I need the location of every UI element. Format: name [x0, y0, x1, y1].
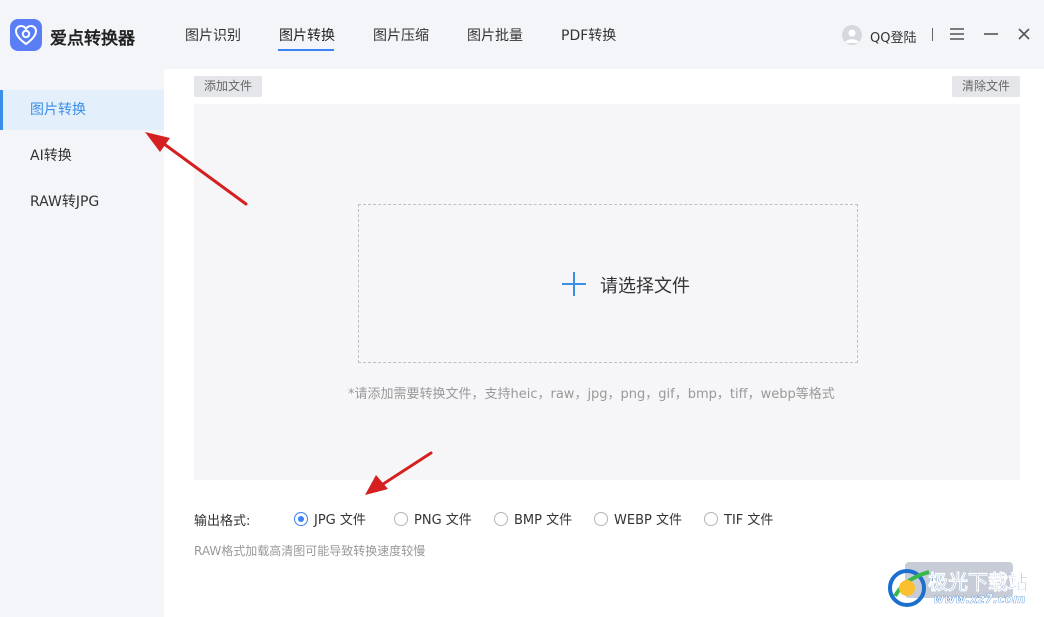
radio-bmp[interactable]: BMP 文件 — [494, 509, 572, 528]
sidebar-item-ai-convert[interactable]: AI转换 — [0, 136, 164, 176]
tab-image-batch[interactable]: 图片批量 — [467, 25, 523, 45]
tab-image-convert[interactable]: 图片转换 — [279, 25, 335, 45]
plus-icon — [560, 270, 588, 298]
qq-login-link[interactable]: QQ登陆 — [870, 27, 916, 46]
add-file-button[interactable]: 添加文件 — [194, 76, 263, 97]
radio-button-checked[interactable] — [294, 511, 308, 526]
radio-button[interactable] — [594, 511, 608, 526]
radio-label-webp: WEBP 文件 — [614, 513, 682, 528]
watermark-site-url: www.xz7.com — [933, 592, 1026, 606]
radio-label-bmp: BMP 文件 — [514, 513, 573, 528]
radio-label-jpg: JPG 文件 — [314, 513, 366, 528]
active-tab-indicator — [278, 49, 334, 51]
radio-tif[interactable]: TIF 文件 — [704, 509, 773, 528]
radio-webp[interactable]: WEBP 文件 — [594, 509, 682, 528]
app-logo-icon — [10, 19, 42, 51]
tab-image-compress[interactable]: 图片压缩 — [373, 25, 429, 45]
app-title: 爱点转换器 — [50, 29, 135, 49]
radio-button[interactable] — [494, 511, 508, 526]
raw-speed-note: RAW格式加载高清图可能导致转换速度较慢 — [194, 544, 426, 558]
menu-icon[interactable] — [947, 24, 967, 44]
close-icon[interactable] — [1014, 24, 1034, 44]
sidebar-item-raw-to-jpg[interactable]: RAW转JPG — [0, 182, 164, 222]
minimize-icon[interactable] — [981, 24, 1001, 44]
clear-file-button[interactable]: 清除文件 — [952, 76, 1021, 97]
supported-formats-hint: *请添加需要转换文件，支持heic，raw，jpg，png，gif，bmp，ti… — [348, 387, 835, 402]
title-bar: 爱点转换器 图片识别 图片转换 图片压缩 图片批量 PDF转换 QQ登陆 — [0, 0, 1044, 69]
radio-button[interactable] — [704, 511, 718, 526]
radio-label-tif: TIF 文件 — [724, 513, 774, 528]
select-file-label[interactable]: 请选择文件 — [600, 272, 690, 298]
avatar-icon[interactable] — [842, 25, 862, 45]
sidebar-item-image-convert[interactable]: 图片转换 — [0, 90, 164, 130]
sidebar: 图片转换 AI转换 RAW转JPG — [0, 69, 164, 617]
radio-jpg[interactable]: JPG 文件 — [294, 509, 366, 528]
tab-image-recognition[interactable]: 图片识别 — [185, 25, 241, 45]
header-divider — [932, 28, 933, 41]
watermark-site-name: 极光下载站 — [928, 570, 1029, 595]
radio-button[interactable] — [394, 511, 408, 526]
radio-label-png: PNG 文件 — [414, 513, 472, 528]
radio-png[interactable]: PNG 文件 — [394, 509, 472, 528]
output-format-label: 输出格式: — [194, 514, 251, 529]
tab-pdf-convert[interactable]: PDF转换 — [561, 25, 616, 45]
